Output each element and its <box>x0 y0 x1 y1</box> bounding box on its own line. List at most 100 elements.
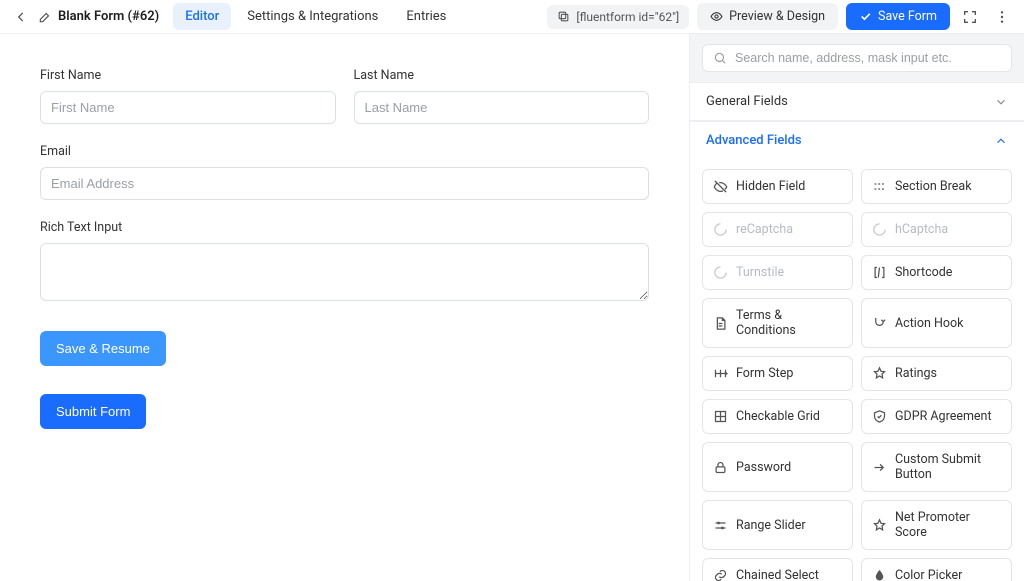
field-label: Section Break <box>895 179 972 194</box>
field-chained-select[interactable]: Chained Select <box>702 558 853 581</box>
top-tabs: Editor Settings & Integrations Entries <box>173 3 458 30</box>
dots-vertical-icon <box>994 9 1010 25</box>
field-label: Checkable Grid <box>736 409 820 424</box>
field-label: Terms & Conditions <box>736 308 842 338</box>
first-name-group: First Name <box>40 68 336 124</box>
search-icon <box>713 51 727 65</box>
field-color-picker[interactable]: Color Picker <box>861 558 1012 581</box>
brackets-icon <box>872 265 887 280</box>
field-label: reCaptcha <box>736 222 793 237</box>
name-row: First Name Last Name <box>40 68 649 144</box>
doc-icon <box>713 316 728 331</box>
field-net-promoter-score[interactable]: Net Promoter Score <box>861 500 1012 550</box>
save-form-label: Save Form <box>878 9 937 24</box>
tab-entries[interactable]: Entries <box>394 3 458 30</box>
search-box[interactable] <box>702 44 1012 72</box>
field-checkable-grid[interactable]: Checkable Grid <box>702 399 853 434</box>
submit-form-button[interactable]: Submit Form <box>40 394 146 429</box>
field-turnstile: Turnstile <box>702 255 853 290</box>
field-gdpr-agreement[interactable]: GDPR Agreement <box>861 399 1012 434</box>
steps-icon <box>713 366 728 381</box>
back-button[interactable] <box>10 6 32 28</box>
slider-icon <box>713 518 728 533</box>
section-general-fields[interactable]: General Fields <box>690 82 1024 121</box>
tab-editor[interactable]: Editor <box>173 3 231 30</box>
field-label: Color Picker <box>895 568 962 581</box>
shortcode-text: [fluentform id="62"] <box>576 10 679 24</box>
first-name-label: First Name <box>40 68 336 83</box>
field-section-break[interactable]: Section Break <box>861 169 1012 204</box>
field-label: Custom Submit Button <box>895 452 1001 482</box>
field-shortcode[interactable]: Shortcode <box>861 255 1012 290</box>
field-form-step[interactable]: Form Step <box>702 356 853 391</box>
form-canvas: First Name Last Name Email Rich Text Inp… <box>0 34 689 581</box>
field-range-slider[interactable]: Range Slider <box>702 500 853 550</box>
field-label: Action Hook <box>895 316 963 331</box>
spinner-icon <box>713 222 728 237</box>
drop-icon <box>872 568 887 581</box>
spinner-icon <box>872 222 887 237</box>
field-label: Turnstile <box>736 265 784 280</box>
field-label: GDPR Agreement <box>895 409 992 424</box>
last-name-group: Last Name <box>354 68 650 124</box>
link-icon <box>713 568 728 581</box>
search-input[interactable] <box>735 51 1001 65</box>
last-name-input[interactable] <box>354 91 650 124</box>
field-terms-conditions[interactable]: Terms & Conditions <box>702 298 853 348</box>
field-ratings[interactable]: Ratings <box>861 356 1012 391</box>
field-recaptcha: reCaptcha <box>702 212 853 247</box>
rich-text-group: Rich Text Input <box>40 220 649 305</box>
hook-icon <box>872 316 887 331</box>
email-label: Email <box>40 144 649 159</box>
field-password[interactable]: Password <box>702 442 853 492</box>
tab-settings[interactable]: Settings & Integrations <box>235 3 390 30</box>
field-label: Hidden Field <box>736 179 805 194</box>
preview-label: Preview & Design <box>729 9 825 24</box>
eye-icon <box>710 10 723 23</box>
save-resume-button[interactable]: Save & Resume <box>40 331 166 366</box>
field-label: Net Promoter Score <box>895 510 1001 540</box>
field-hidden-field[interactable]: Hidden Field <box>702 169 853 204</box>
email-input[interactable] <box>40 167 649 200</box>
form-title-wrap[interactable]: Blank Form (#62) <box>38 9 159 24</box>
topbar-right: [fluentform id="62"] Preview & Design Sa… <box>547 3 1014 30</box>
section-advanced-title: Advanced Fields <box>706 133 802 148</box>
arrow-icon <box>872 460 887 475</box>
check-icon <box>859 10 872 23</box>
field-label: Chained Select <box>736 568 819 581</box>
rich-text-input[interactable] <box>40 243 649 301</box>
rich-text-label: Rich Text Input <box>40 220 649 235</box>
field-label: Form Step <box>736 366 793 381</box>
field-custom-submit-button[interactable]: Custom Submit Button <box>861 442 1012 492</box>
chevron-up-icon <box>994 134 1008 148</box>
field-label: hCaptcha <box>895 222 948 237</box>
main: First Name Last Name Email Rich Text Inp… <box>0 34 1024 581</box>
spinner-icon <box>713 265 728 280</box>
shortcode-copy[interactable]: [fluentform id="62"] <box>547 5 689 29</box>
copy-icon <box>557 10 570 23</box>
field-action-hook[interactable]: Action Hook <box>861 298 1012 348</box>
chevron-down-icon <box>994 95 1008 109</box>
expand-icon <box>962 9 978 25</box>
advanced-fields-grid: Hidden Field Section Break reCaptcha hCaptc… <box>690 159 1024 581</box>
field-label: Password <box>736 460 791 475</box>
shield-icon <box>872 409 887 424</box>
chevron-left-icon <box>14 10 28 24</box>
more-button[interactable] <box>990 5 1014 29</box>
field-label: Ratings <box>895 366 937 381</box>
pencil-icon <box>38 10 52 24</box>
grid-icon <box>713 409 728 424</box>
save-form-button[interactable]: Save Form <box>846 3 950 30</box>
topbar: Blank Form (#62) Editor Settings & Integ… <box>0 0 1024 34</box>
preview-button[interactable]: Preview & Design <box>697 3 838 30</box>
email-group: Email <box>40 144 649 200</box>
field-hcaptcha: hCaptcha <box>861 212 1012 247</box>
section-advanced-fields[interactable]: Advanced Fields <box>690 121 1024 159</box>
search-wrap <box>690 34 1024 82</box>
section-icon <box>872 179 887 194</box>
first-name-input[interactable] <box>40 91 336 124</box>
field-label: Shortcode <box>895 265 952 280</box>
star-icon <box>872 366 887 381</box>
fullscreen-button[interactable] <box>958 5 982 29</box>
sidebar: General Fields Advanced Fields Hidden Fi… <box>689 34 1024 581</box>
